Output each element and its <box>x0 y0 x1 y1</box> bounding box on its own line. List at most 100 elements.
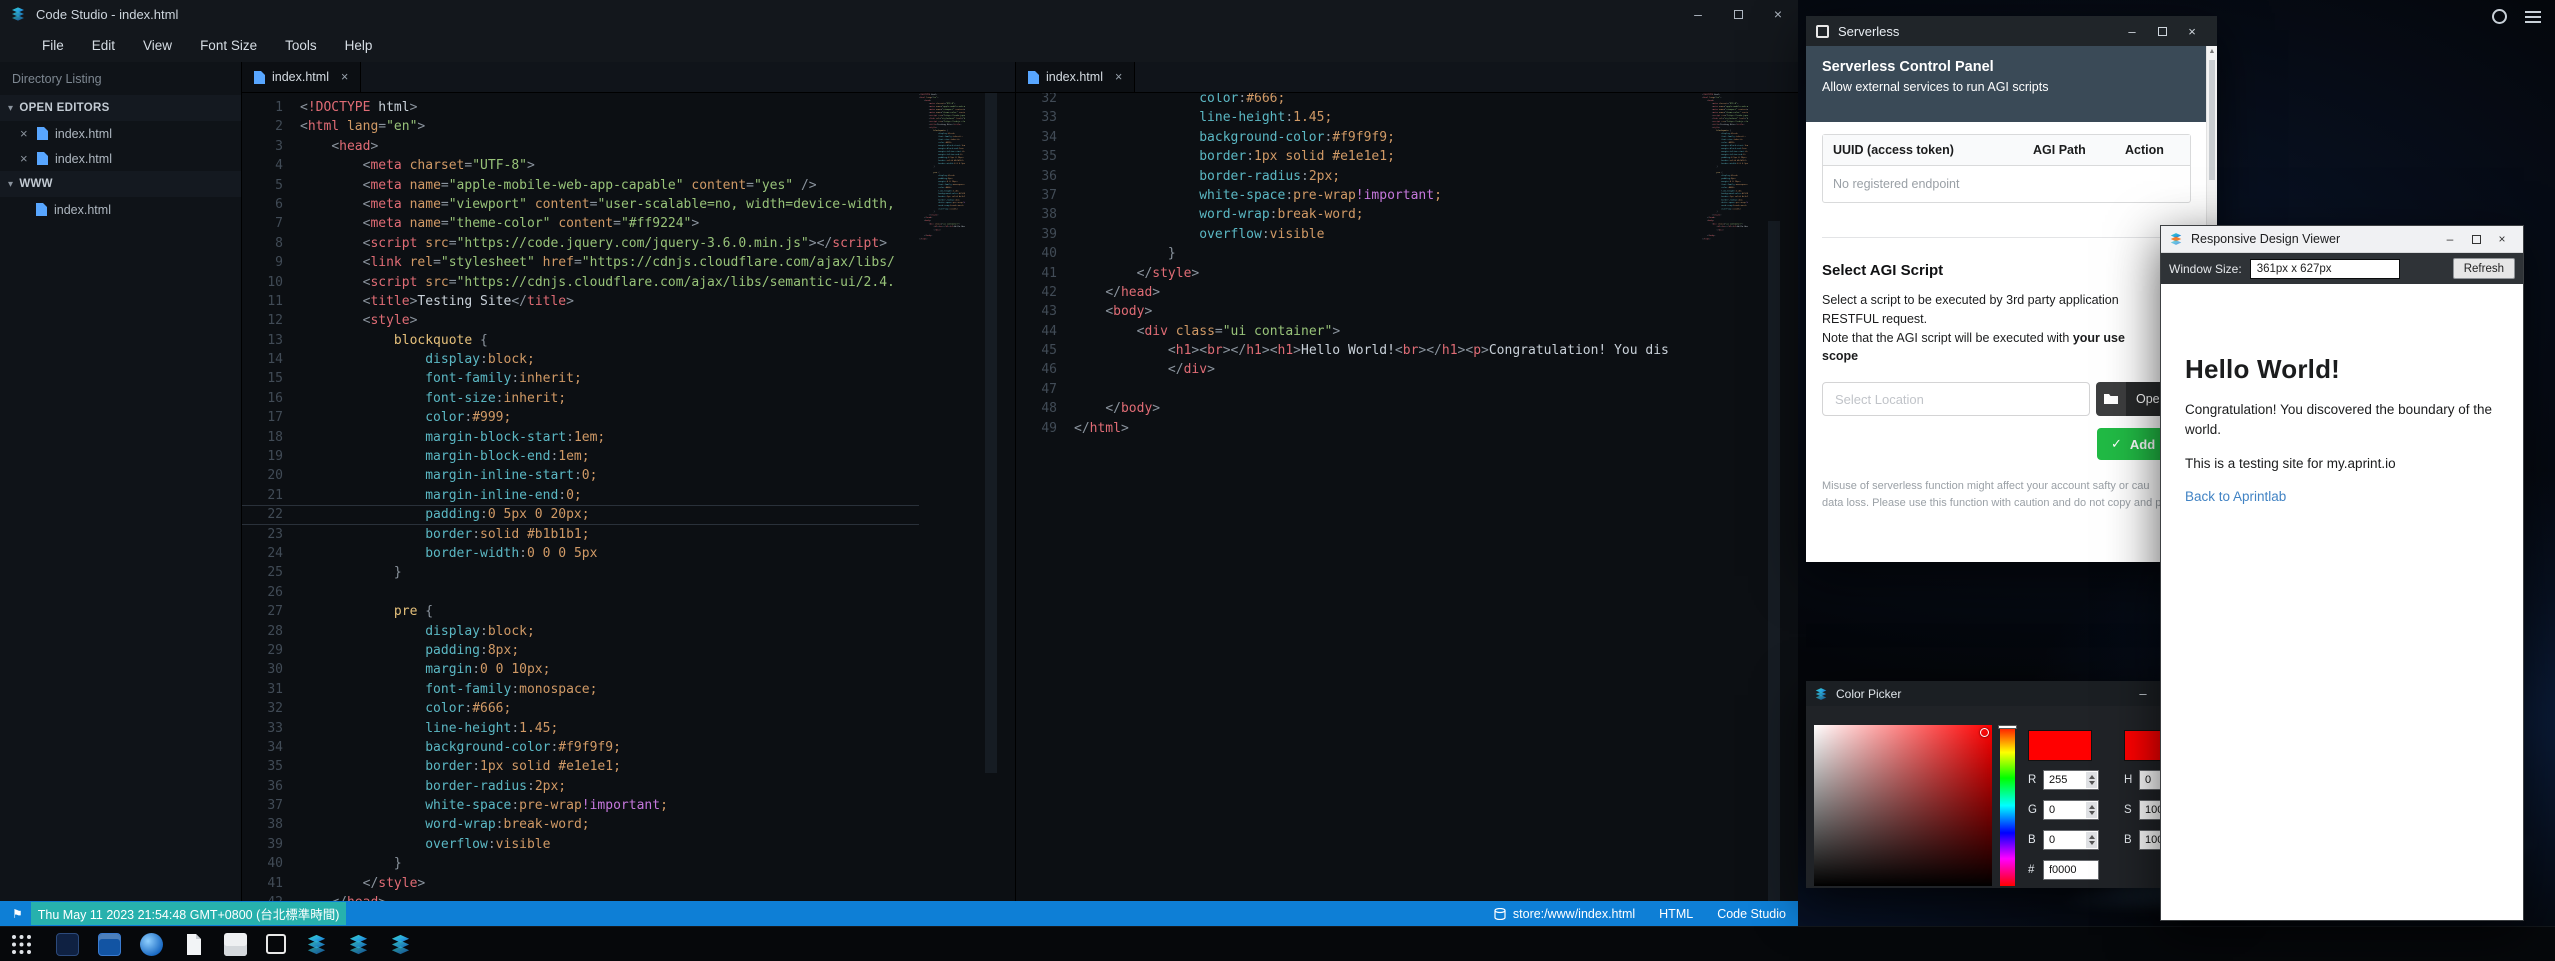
code-line[interactable]: 41 </style> <box>1016 264 1702 283</box>
rgb-value-input[interactable]: 255 <box>2043 770 2099 790</box>
window-size-input[interactable] <box>2250 259 2400 279</box>
code-line[interactable]: 2<html lang="en"> <box>242 117 919 136</box>
code-line[interactable]: 13 blockquote { <box>242 331 919 350</box>
close-icon[interactable]: × <box>20 126 30 141</box>
code-line[interactable]: 5 <meta name="apple-mobile-web-app-capab… <box>242 176 919 195</box>
code-line[interactable]: 49</html> <box>1016 419 1702 438</box>
scroll-up-icon[interactable]: ▲ <box>2207 46 2217 58</box>
code-line[interactable]: 35 border:1px solid #e1e1e1; <box>1016 147 1702 166</box>
code-line[interactable]: 37 white-space:pre-wrap!important; <box>242 796 919 815</box>
code-line[interactable]: 9 <link rel="stylesheet" href="https://c… <box>242 253 919 272</box>
rgb-value-input[interactable]: 0 <box>2043 830 2099 850</box>
code-line[interactable]: 22 padding:0 5px 0 20px; <box>242 505 919 524</box>
terminal-icon[interactable] <box>56 933 79 956</box>
maximize-button[interactable] <box>1718 0 1758 28</box>
close-button[interactable]: × <box>2177 24 2207 39</box>
minimize-button[interactable]: – <box>2437 232 2463 246</box>
menu-file[interactable]: File <box>28 38 78 53</box>
stepper-icon[interactable] <box>2086 832 2097 848</box>
menu-view[interactable]: View <box>129 38 186 53</box>
code-line[interactable]: 24 border-width:0 0 0 5px <box>242 544 919 563</box>
code-line[interactable]: 26 <box>242 583 919 602</box>
code-line[interactable]: 39 overflow:visible <box>1016 225 1702 244</box>
file-item[interactable]: index.html <box>0 197 241 222</box>
code-line[interactable]: 15 font-family:inherit; <box>242 369 919 388</box>
code-line[interactable]: 38 word-wrap:break-word; <box>242 815 919 834</box>
code-line[interactable]: 47 <box>1016 380 1702 399</box>
tab-index-html[interactable]: index.html × <box>242 62 361 92</box>
code-line[interactable]: 20 margin-inline-start:0; <box>242 466 919 485</box>
code-editor[interactable]: 32 color:#666;33 line-height:1.45;34 bac… <box>1016 93 1702 901</box>
code-line[interactable]: 10 <script src="https://cdnjs.cloudflare… <box>242 273 919 292</box>
add-button[interactable]: ✓ Add <box>2097 428 2169 460</box>
code-line[interactable]: 33 line-height:1.45; <box>1016 108 1702 127</box>
code-line[interactable]: 36 border-radius:2px; <box>242 777 919 796</box>
code-line[interactable]: 21 margin-inline-end:0; <box>242 486 919 505</box>
code-line[interactable]: 43 <body> <box>1016 302 1702 321</box>
code-line[interactable]: 29 padding:8px; <box>242 641 919 660</box>
code-line[interactable]: 32 color:#666; <box>242 699 919 718</box>
code-line[interactable]: 18 margin-block-start:1em; <box>242 428 919 447</box>
folder-www-header[interactable]: ▾ WWW <box>0 171 241 197</box>
close-button[interactable]: × <box>1758 0 1798 28</box>
code-line[interactable]: 45 <h1><br></h1><h1>Hello World!<br></h1… <box>1016 341 1702 360</box>
code-line[interactable]: 28 display:block; <box>242 622 919 641</box>
code-line[interactable]: 38 word-wrap:break-word; <box>1016 205 1702 224</box>
status-app[interactable]: Code Studio <box>1717 907 1786 921</box>
code-line[interactable]: 42 </head> <box>1016 283 1702 302</box>
code-line[interactable]: 33 line-height:1.45; <box>242 719 919 738</box>
code-line[interactable]: 34 background-color:#f9f9f9; <box>1016 128 1702 147</box>
refresh-button[interactable]: Refresh <box>2453 258 2515 279</box>
minimize-button[interactable]: – <box>1678 0 1718 28</box>
scrollbar[interactable] <box>965 93 1015 901</box>
code-line[interactable]: 31 font-family:monospace; <box>242 680 919 699</box>
stepper-icon[interactable] <box>2086 772 2097 788</box>
menu-font-size[interactable]: Font Size <box>186 38 271 53</box>
browser-icon[interactable] <box>140 933 163 956</box>
code-line[interactable]: 32 color:#666; <box>1016 93 1702 108</box>
code-line[interactable]: 25 } <box>242 563 919 582</box>
code-line[interactable]: 44 <div class="ui container"> <box>1016 322 1702 341</box>
rgb-value-input[interactable]: f0000 <box>2043 860 2099 880</box>
saturation-area[interactable] <box>1814 725 1992 886</box>
hue-thumb[interactable] <box>1998 725 2017 729</box>
notes-icon[interactable] <box>224 933 247 956</box>
rgb-value-input[interactable]: 0 <box>2043 800 2099 820</box>
stepper-icon[interactable] <box>2086 802 2097 818</box>
scrollbar[interactable] <box>1748 93 1798 901</box>
code-line[interactable]: 35 border:1px solid #e1e1e1; <box>242 757 919 776</box>
menu-edit[interactable]: Edit <box>78 38 129 53</box>
code-line[interactable]: 40 } <box>242 854 919 873</box>
menu-help[interactable]: Help <box>331 38 387 53</box>
serverless-app-icon[interactable] <box>266 934 286 954</box>
menu-icon[interactable] <box>2525 11 2541 23</box>
code-editor[interactable]: 1<!DOCTYPE html>2<html lang="en">3 <head… <box>242 93 919 901</box>
open-editor-item[interactable]: × index.html <box>0 146 241 171</box>
minimize-button[interactable]: – <box>2117 24 2147 39</box>
hue-slider[interactable] <box>2000 725 2015 886</box>
code-line[interactable]: 17 color:#999; <box>242 408 919 427</box>
code-line[interactable]: 19 margin-block-end:1em; <box>242 447 919 466</box>
code-line[interactable]: 39 overflow:visible <box>242 835 919 854</box>
code-line[interactable]: 46 </div> <box>1016 360 1702 379</box>
code-studio-icon[interactable] <box>389 933 412 956</box>
code-line[interactable]: 30 margin:0 0 10px; <box>242 660 919 679</box>
code-line[interactable]: 36 border-radius:2px; <box>1016 167 1702 186</box>
close-button[interactable]: × <box>2489 232 2515 246</box>
code-line[interactable]: 11 <title>Testing Site</title> <box>242 292 919 311</box>
color-cursor[interactable] <box>1980 728 1989 737</box>
code-line[interactable]: 27 pre { <box>242 602 919 621</box>
code-line[interactable]: 34 background-color:#f9f9f9; <box>242 738 919 757</box>
code-line[interactable]: 1<!DOCTYPE html> <box>242 98 919 117</box>
open-editors-section-header[interactable]: ▾ OPEN EDITORS <box>0 95 241 121</box>
code-line[interactable]: 37 white-space:pre-wrap!important; <box>1016 186 1702 205</box>
status-datetime[interactable]: Thu May 11 2023 21:54:48 GMT+0800 (台北標準時… <box>31 902 347 925</box>
status-language[interactable]: HTML <box>1659 907 1693 921</box>
window-app-icon[interactable] <box>98 933 121 956</box>
code-line[interactable]: 3 <head> <box>242 137 919 156</box>
minimap[interactable]: <!DOCTYPE html><html lang="en"> <head> <… <box>919 93 965 901</box>
menu-tools[interactable]: Tools <box>271 38 331 53</box>
minimize-button[interactable]: – <box>2130 686 2156 701</box>
code-line[interactable]: 41 </style> <box>242 874 919 893</box>
tab-close-icon[interactable]: × <box>1115 70 1122 84</box>
